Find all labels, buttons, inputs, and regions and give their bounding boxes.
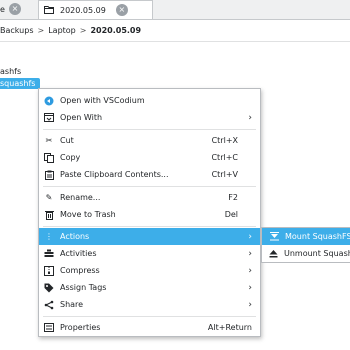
trash-icon — [44, 210, 54, 220]
menu-item-label: Paste Clipboard Contents... — [60, 170, 169, 179]
tab-label: e — [0, 4, 5, 14]
menu-item-label: Move to Trash — [60, 210, 116, 219]
menu-item-label: Open with VSCodium — [60, 96, 145, 105]
tab-current[interactable]: 2020.05.09 × — [38, 0, 153, 19]
submenu-item-unmount-squashfs[interactable]: Unmount SquashFS — [262, 245, 350, 262]
menu-item-label: Properties — [60, 323, 101, 332]
menu-item-actions[interactable]: ⋮ Actions › — [39, 228, 260, 245]
scissors-icon: ✂ — [45, 136, 53, 145]
shortcut: F2 — [228, 193, 238, 202]
menu-item-cut[interactable]: ✂ Cut Ctrl+X — [39, 132, 260, 149]
menu-item-label: Activities — [60, 249, 97, 258]
menu-item-label: Copy — [60, 153, 81, 162]
chevron-right-icon: › — [248, 248, 252, 259]
copy-icon — [44, 152, 54, 163]
menu-separator — [43, 316, 256, 317]
shortcut: Ctrl+X — [211, 136, 238, 145]
more-vertical-icon: ⋮ — [45, 232, 53, 241]
breadcrumb: Backups > Laptop > 2020.05.09 — [0, 20, 350, 42]
breadcrumb-item-laptop[interactable]: Laptop — [48, 26, 76, 35]
submenu-item-mount-squashfs[interactable]: Mount SquashFS — [262, 228, 350, 245]
menu-item-label: Compress — [60, 266, 100, 275]
menu-item-properties[interactable]: Properties Alt+Return — [39, 319, 260, 336]
menu-item-assign-tags[interactable]: Assign Tags › — [39, 279, 260, 296]
shortcut: Del — [224, 210, 238, 219]
close-icon[interactable]: × — [115, 4, 128, 16]
file-item-selected[interactable]: squashfs — [0, 78, 40, 89]
menu-item-open-with-vscodium[interactable]: Open with VSCodium — [39, 92, 260, 109]
breadcrumb-item-backups[interactable]: Backups — [0, 26, 34, 35]
properties-icon — [44, 323, 54, 333]
tag-icon — [44, 283, 54, 293]
menu-item-open-with[interactable]: Open With › — [39, 109, 260, 126]
menu-item-compress[interactable]: Compress › — [39, 262, 260, 279]
shortcut: Ctrl+C — [211, 153, 238, 162]
menu-item-label: Assign Tags — [60, 283, 107, 292]
vscodium-icon — [44, 96, 54, 106]
menu-item-label: Actions — [60, 232, 90, 241]
chevron-right-icon: › — [248, 231, 252, 242]
menu-item-copy[interactable]: Copy Ctrl+C — [39, 149, 260, 166]
chevron-right-icon: > — [79, 26, 87, 35]
tab-previous[interactable]: e × — [0, 0, 36, 18]
clipboard-icon — [44, 170, 54, 180]
shortcut: Alt+Return — [207, 323, 252, 332]
share-icon — [44, 300, 54, 310]
mount-icon — [269, 232, 279, 241]
window-icon — [44, 113, 54, 123]
activities-icon — [44, 249, 54, 259]
chevron-right-icon: › — [248, 299, 252, 310]
file-item[interactable]: ashfs — [0, 66, 60, 77]
chevron-right-icon: › — [248, 265, 252, 276]
chevron-right-icon: › — [248, 282, 252, 293]
tab-label: 2020.05.09 — [60, 5, 106, 15]
menu-item-label: Rename... — [60, 193, 101, 202]
menu-item-rename[interactable]: ✎ Rename... F2 — [39, 189, 260, 206]
actions-submenu: Mount SquashFS Unmount SquashFS — [261, 227, 350, 263]
menu-item-activities[interactable]: Activities › — [39, 245, 260, 262]
submenu-item-label: Unmount SquashFS — [284, 249, 350, 258]
menu-item-label: Cut — [60, 136, 74, 145]
menu-item-label: Open With — [60, 113, 103, 122]
menu-item-share[interactable]: Share › — [39, 296, 260, 313]
submenu-item-label: Mount SquashFS — [285, 232, 350, 241]
archive-icon — [44, 265, 54, 276]
menu-item-paste[interactable]: Paste Clipboard Contents... Ctrl+V — [39, 166, 260, 183]
menu-separator — [43, 226, 256, 227]
chevron-right-icon: › — [248, 112, 252, 123]
eject-icon — [269, 249, 278, 258]
pencil-icon: ✎ — [45, 193, 53, 202]
close-icon[interactable]: × — [8, 3, 21, 15]
menu-separator — [43, 129, 256, 130]
breadcrumb-current[interactable]: 2020.05.09 — [90, 26, 141, 35]
context-menu: Open with VSCodium Open With › ✂ Cut Ctr… — [38, 88, 261, 337]
menu-separator — [43, 186, 256, 187]
chevron-right-icon: > — [37, 26, 45, 35]
folder-icon — [44, 6, 54, 14]
tab-bar: e × 2020.05.09 × — [0, 0, 350, 20]
menu-item-move-to-trash[interactable]: Move to Trash Del — [39, 206, 260, 223]
shortcut: Ctrl+V — [211, 170, 238, 179]
menu-item-label: Share — [60, 300, 84, 309]
